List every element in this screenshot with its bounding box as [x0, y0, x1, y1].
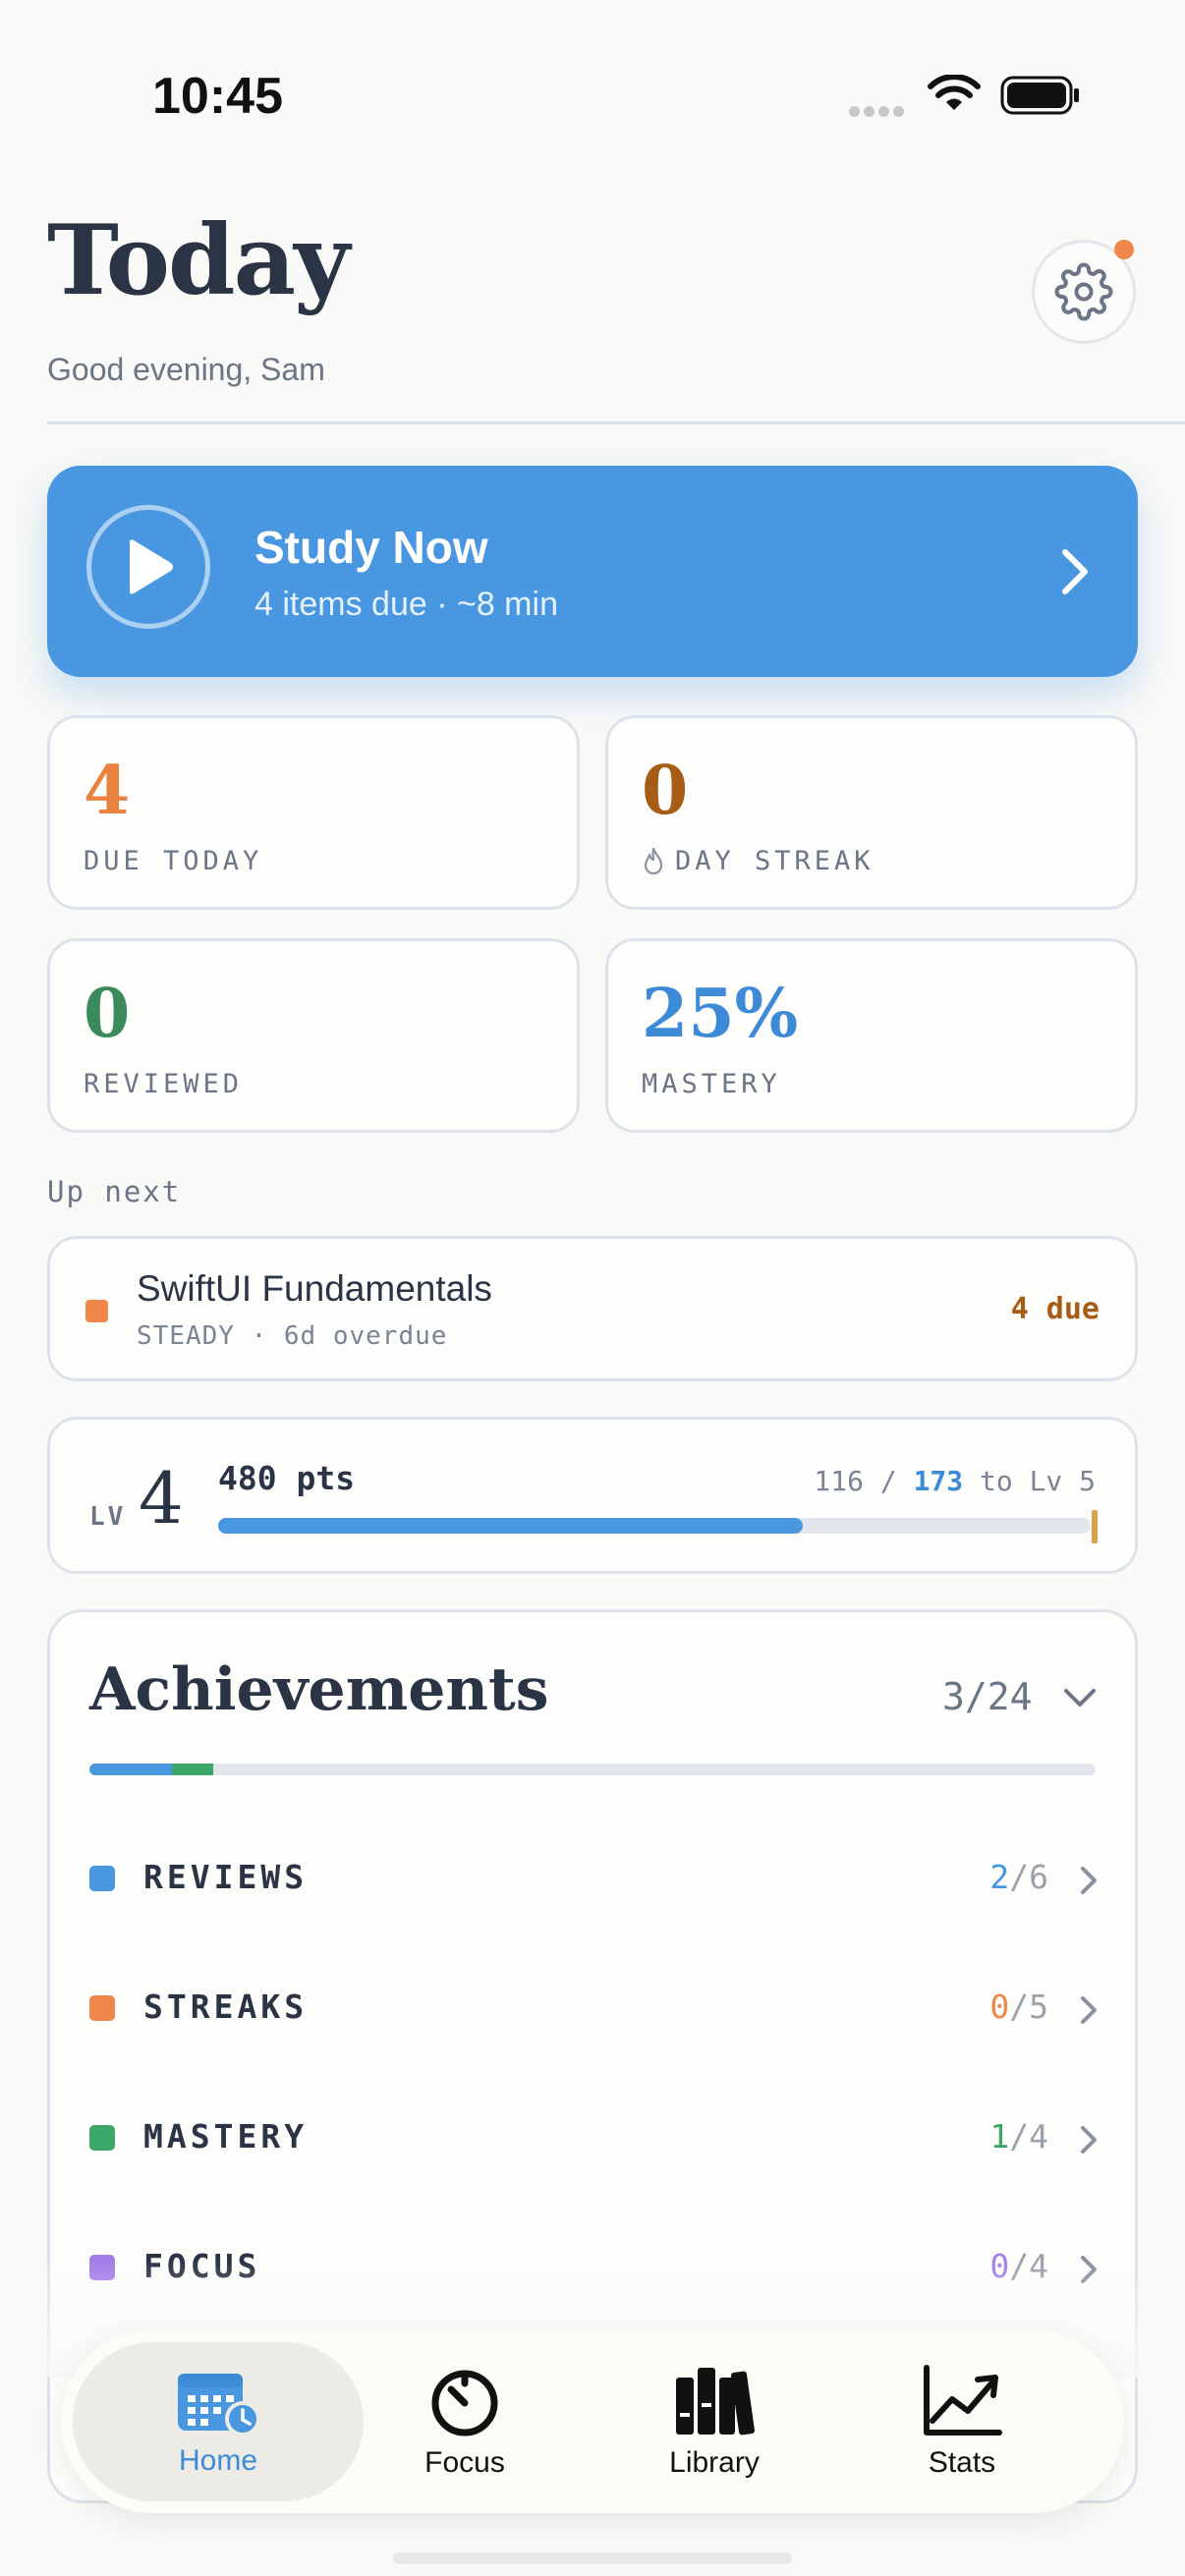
level-progress-text: 116 / 173 to Lv 5 [814, 1465, 1096, 1497]
greeting-text: Good evening, Sam [47, 352, 325, 387]
category-name: MASTERY [143, 2117, 309, 2156]
category-swatch [89, 1995, 115, 2021]
stat-day-streak[interactable]: 0 DAY STREAK [605, 715, 1138, 910]
achievement-row-streaks[interactable]: STREAKS 0/5 [50, 1958, 1135, 2056]
timer-icon [431, 2370, 498, 2436]
level-points: 480 pts [218, 1459, 356, 1497]
home-indicator [393, 2552, 792, 2564]
level-card[interactable]: LV 4 480 pts 116 / 173 to Lv 5 [47, 1417, 1138, 1574]
achievements-title: Achievements [89, 1655, 549, 1724]
chart-icon [924, 2365, 1002, 2436]
category-count: 2/6 [989, 1858, 1048, 1896]
study-now-button[interactable]: Study Now 4 items due · ~8 min [47, 466, 1138, 677]
chevron-down-icon[interactable] [1060, 1685, 1100, 1712]
wifi-icon [928, 75, 981, 110]
stat-label: REVIEWED [84, 1069, 244, 1099]
level-number: 4 [139, 1457, 184, 1540]
books-icon [676, 2368, 755, 2436]
deck-color-swatch [85, 1300, 108, 1322]
status-time: 10:45 [152, 68, 283, 125]
battery-icon [1000, 76, 1079, 115]
page-title: Today [47, 204, 350, 317]
achievement-row-mastery[interactable]: MASTERY 1/4 [50, 2088, 1135, 2186]
achievements-progress-bar [89, 1764, 1096, 1775]
chevron-right-icon [1081, 2126, 1097, 2154]
level-progress-fill [218, 1518, 803, 1534]
tab-label: Stats [928, 2446, 996, 2479]
category-count: 0/5 [989, 1988, 1048, 2026]
tab-focus[interactable]: Focus [342, 2342, 588, 2501]
stat-label: MASTERY [642, 1069, 781, 1099]
achievement-row-reviews[interactable]: REVIEWS 2/6 [50, 1828, 1135, 1927]
study-now-subtitle: 4 items due · ~8 min [254, 586, 558, 623]
tab-library[interactable]: Library [592, 2342, 837, 2501]
calendar-icon [178, 2374, 260, 2436]
deck-meta: STEADY · 6d overdue [137, 1321, 448, 1351]
tab-home[interactable]: Home [73, 2342, 364, 2501]
stat-value: 4 [84, 752, 131, 830]
reviews-progress-segment [89, 1764, 172, 1775]
level-progress-marker [1092, 1510, 1098, 1543]
level-progress-bar [218, 1518, 1091, 1534]
up-next-label: Up next [47, 1175, 182, 1208]
category-count: 1/4 [989, 2117, 1048, 2156]
header-divider [47, 421, 1185, 424]
level-tag: LV [89, 1502, 127, 1532]
chevron-right-icon [1081, 1867, 1097, 1894]
play-icon [86, 505, 210, 629]
stat-value: 0 [642, 752, 689, 830]
deck-title: SwiftUI Fundamentals [137, 1268, 492, 1309]
category-name: STREAKS [143, 1988, 309, 2026]
deck-due-count: 4 due [1010, 1292, 1100, 1326]
stat-label: DAY STREAK [642, 846, 875, 876]
flame-icon [644, 847, 663, 874]
tab-label: Library [669, 2446, 760, 2479]
tab-label: Home [178, 2444, 258, 2477]
stat-value: 0 [84, 975, 131, 1053]
mastery-progress-segment [172, 1764, 213, 1775]
tab-bar: Home Focus Library Stats [61, 2330, 1124, 2513]
stat-value: 25% [642, 975, 799, 1053]
status-bar: 10:45 [0, 0, 1185, 128]
tab-stats[interactable]: Stats [839, 2342, 1085, 2501]
category-swatch [89, 2125, 115, 2151]
stat-mastery[interactable]: 25% MASTERY [605, 938, 1138, 1133]
category-name: REVIEWS [143, 1858, 309, 1896]
notification-dot [1114, 240, 1134, 259]
stat-due-today[interactable]: 4 DUE TODAY [47, 715, 580, 910]
stat-reviewed[interactable]: 0 REVIEWED [47, 938, 580, 1133]
gear-icon [1054, 262, 1113, 321]
tab-label: Focus [424, 2446, 505, 2479]
chevron-right-icon [1081, 1996, 1097, 2024]
signal-dots-icon [849, 104, 908, 117]
study-now-title: Study Now [254, 522, 488, 573]
achievements-count: 3/24 [942, 1675, 1033, 1718]
chevron-right-icon [1062, 549, 1088, 594]
stat-label: DUE TODAY [84, 846, 263, 876]
category-swatch [89, 1866, 115, 1891]
up-next-deck[interactable]: SwiftUI Fundamentals STEADY · 6d overdue… [47, 1236, 1138, 1381]
